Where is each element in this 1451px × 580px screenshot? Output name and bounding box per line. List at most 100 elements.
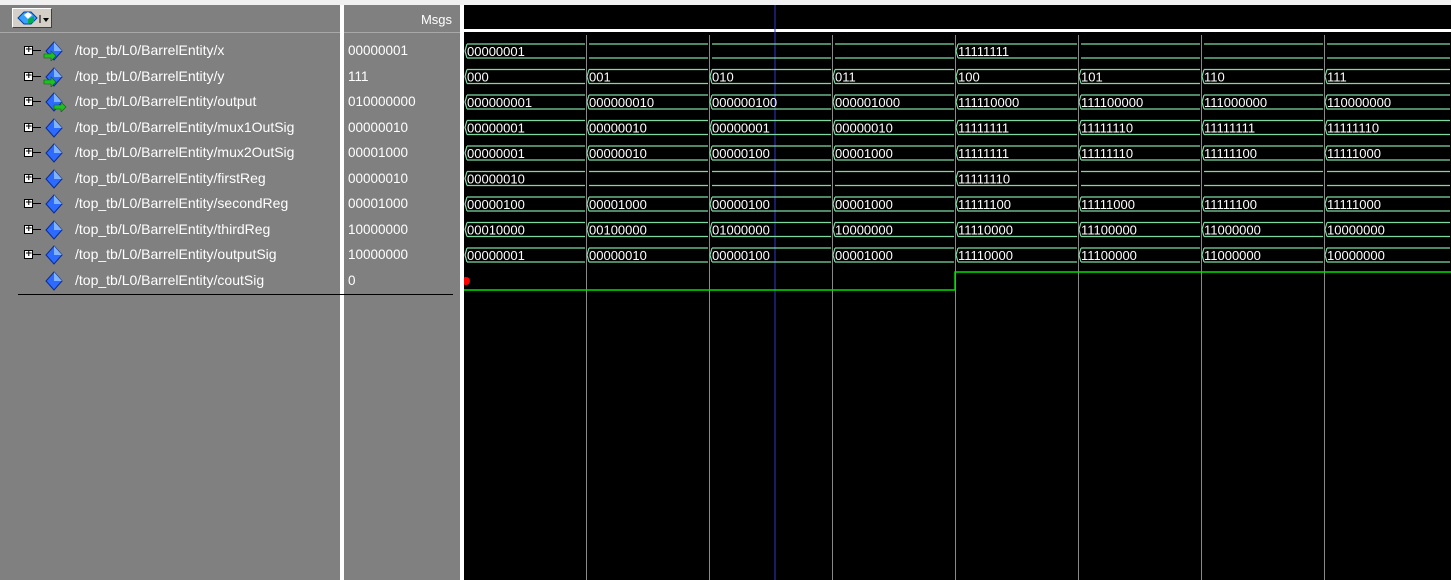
bus-value-label: 11111100	[1204, 146, 1257, 161]
signal-name: /top_tb/L0/BarrelEntity/secondReg	[75, 195, 289, 211]
signal-value: 00000010	[348, 170, 409, 186]
bus-value-label: 11111000	[1327, 146, 1381, 161]
expand-icon[interactable]: +	[24, 250, 33, 259]
signal-value: 00000001	[348, 43, 409, 58]
bus-value-label: 11111111	[1204, 121, 1255, 136]
signal-icon	[45, 245, 63, 265]
signal-icon	[45, 270, 63, 291]
input-bus-icon	[43, 41, 63, 61]
cout-waveform	[464, 271, 1451, 291]
expand-icon[interactable]: +	[24, 97, 33, 106]
bus-value-label: 111	[1327, 70, 1347, 85]
tree-connector	[33, 101, 41, 102]
bus-value-label: 11100000	[1081, 223, 1137, 238]
bus-value-label: 00000010	[467, 172, 525, 187]
signal-row[interactable]: + /top_tb/L0/BarrelEntity/outputSig	[0, 242, 340, 267]
signal-name: /top_tb/L0/BarrelEntity/mux1OutSig	[75, 118, 295, 135]
tree-connector	[33, 152, 41, 153]
bus-value-label: 00000010	[589, 146, 647, 161]
signal-value: 00001000	[348, 196, 409, 211]
signal-row[interactable]: + /top_tb/L0/BarrelEntity/mux2OutSig	[0, 140, 340, 165]
tree-connector	[33, 254, 41, 255]
values-pane: Msgs 00000001 111 010000000 00000010 0000100…	[344, 5, 460, 580]
bus-value-label: 110000000	[1327, 95, 1391, 110]
signal-name: /top_tb/L0/BarrelEntity/y	[75, 67, 225, 84]
waveform-canvas[interactable]: 00000001 11111111000 001 010 011 100 101 110 111…	[464, 0, 1451, 580]
bus-value-label: 00000001	[712, 121, 770, 136]
bus-value-label: 000	[467, 70, 489, 85]
expand-icon[interactable]: +	[24, 46, 33, 55]
list-end-separator	[18, 294, 453, 295]
signal-value: 010000000	[348, 94, 416, 109]
signal-row[interactable]: + /top_tb/L0/BarrelEntity/output	[0, 89, 340, 114]
input-bus-icon	[43, 66, 63, 87]
signal-value: 10000000	[348, 221, 409, 237]
bus-value-label: 000000010	[589, 95, 654, 110]
expand-icon[interactable]: +	[24, 71, 33, 81]
signal-row[interactable]: + /top_tb/L0/BarrelEntity/y	[0, 64, 340, 89]
bus-value-label: 000001000	[835, 95, 900, 110]
bus-value-label: 010	[712, 70, 734, 85]
tree-connector	[33, 177, 41, 179]
signal-icon	[45, 194, 63, 214]
signal-icon	[45, 168, 63, 189]
bus-value-label: 00000001	[467, 121, 525, 136]
bus-value-label: 11110000	[958, 248, 1013, 263]
signal-name: /top_tb/L0/BarrelEntity/x	[75, 42, 225, 58]
bus-value-label: 00010000	[467, 223, 525, 238]
signal-row[interactable]: + /top_tb/L0/BarrelEntity/firstReg	[0, 166, 340, 191]
bus-value-label: 00000100	[712, 197, 770, 212]
bus-value-label: 11111100	[958, 197, 1011, 212]
bus-value-label: 00000001	[467, 248, 525, 263]
bus-value-label: 11111100	[1204, 197, 1257, 212]
bus-value-label: 11111111	[958, 44, 1009, 59]
bus-value-label: 11110000	[958, 223, 1013, 238]
signal-row[interactable]: + /top_tb/L0/BarrelEntity/secondReg	[0, 191, 340, 216]
signal-icon	[45, 143, 63, 163]
bus-value-label: 10000000	[1327, 223, 1385, 238]
expand-icon[interactable]: +	[24, 173, 33, 183]
tree-connector	[33, 75, 41, 77]
bus-value-label: 101	[1081, 70, 1103, 85]
signal-row[interactable]: + /top_tb/L0/BarrelEntity/thirdReg	[0, 217, 340, 242]
values-header: Msgs	[344, 5, 460, 33]
expand-icon[interactable]: +	[24, 224, 33, 234]
bus-value-label: 11111111	[958, 121, 1009, 136]
msgs-label: Msgs	[420, 12, 452, 27]
signal-value: 00000010	[348, 119, 409, 135]
bus-value-label: 110	[1204, 70, 1225, 85]
bus-value-label: 11111110	[1327, 121, 1379, 136]
expand-icon[interactable]: +	[24, 199, 33, 208]
signal-name: /top_tb/L0/BarrelEntity/output	[75, 93, 257, 109]
signal-name: /top_tb/L0/BarrelEntity/firstReg	[75, 169, 266, 186]
tree-connector	[33, 203, 41, 204]
signal-row[interactable]: + /top_tb/L0/BarrelEntity/mux1OutSig	[0, 115, 340, 140]
bus-value-label: 10000000	[835, 223, 893, 238]
bus-value-label: 111110000	[958, 95, 1019, 110]
tree-connector	[33, 126, 41, 128]
bus-value-label: 00000010	[589, 248, 647, 263]
signal-row[interactable]: + /top_tb/L0/BarrelEntity/x	[0, 38, 340, 63]
bus-value-label: 00001000	[835, 248, 893, 263]
bus-value-label: 111100000	[1081, 95, 1143, 110]
wave-toolbar-dropdown-button[interactable]	[12, 8, 52, 28]
bus-value-label: 00001000	[589, 197, 647, 212]
bus-value-label: 11000000	[1204, 223, 1261, 238]
bus-value-label: 00000100	[467, 197, 525, 212]
expand-icon[interactable]: +	[24, 148, 33, 157]
signal-value: 00001000	[348, 145, 409, 160]
signal-icon	[45, 117, 63, 138]
bus-value-label: 00000100	[712, 146, 770, 161]
signal-value: 111	[348, 68, 369, 84]
signal-icon	[45, 219, 63, 240]
bus-value-label: 000000001	[467, 95, 532, 110]
signal-name: /top_tb/L0/BarrelEntity/thirdReg	[75, 220, 271, 237]
names-header	[0, 5, 340, 33]
expand-icon[interactable]: +	[24, 122, 33, 132]
bus-value-label: 00000001	[467, 146, 525, 161]
tree-connector	[33, 228, 41, 230]
signal-name: /top_tb/L0/BarrelEntity/mux2OutSig	[75, 144, 295, 160]
bus-value-label: 11111111	[958, 146, 1009, 161]
signal-row[interactable]: /top_tb/L0/BarrelEntity/coutSig	[0, 268, 340, 293]
bus-value-label: 11111110	[1081, 146, 1133, 161]
